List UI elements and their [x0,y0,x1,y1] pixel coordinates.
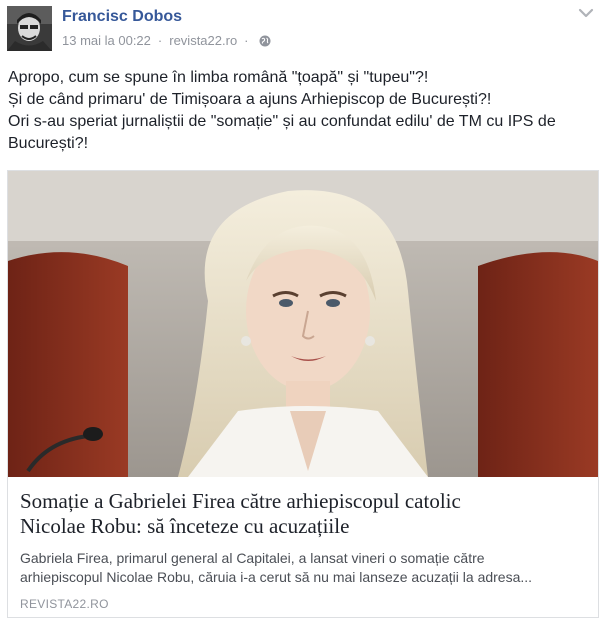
link-preview-image[interactable] [8,171,598,477]
post-message: Apropo, cum se spune în limba română "țo… [8,67,598,155]
globe-icon[interactable] [259,35,271,47]
link-description-line: arhiepiscopul Nicolae Robu, căruia i-a c… [20,569,533,585]
link-title-line: Nicolae Robu: să înceteze cu acuzațiile [20,514,350,538]
post-timestamp[interactable]: 13 mai la 00:22 [62,33,151,48]
meta-separator: · [157,33,163,48]
author-name[interactable]: Francisc Dobos [62,8,182,26]
post-text-line: Și de când primaru' de Timișoara a ajuns… [8,91,492,108]
meta-separator-2: · [244,33,249,48]
link-description: Gabriela Firea, primarul general al Capi… [20,549,586,587]
post-meta: 13 mai la 00:22 · revista22.ro · [62,33,271,48]
link-domain: REVISTA22.RO [20,597,109,611]
author-avatar[interactable] [7,6,52,51]
link-preview-body[interactable]: Somație a Gabrielei Firea către arhiepis… [8,477,598,617]
post-text-line: București?! [8,135,89,152]
link-preview-card[interactable]: Somație a Gabrielei Firea către arhiepis… [7,170,599,618]
avatar-photo [7,6,52,51]
post-text-line: Apropo, cum se spune în limba română "țo… [8,69,429,86]
post-source[interactable]: revista22.ro [169,33,237,48]
facebook-post: Francisc Dobos 13 mai la 00:22 · revista… [0,0,608,631]
link-title[interactable]: Somație a Gabrielei Firea către arhiepis… [20,489,586,539]
post-text-line: Ori s-au speriat jurnaliștii de "somație… [8,113,556,130]
link-description-line: Gabriela Firea, primarul general al Capi… [20,550,485,566]
link-title-line: Somație a Gabrielei Firea către arhiepis… [20,489,461,513]
chevron-down-icon[interactable] [578,6,594,18]
